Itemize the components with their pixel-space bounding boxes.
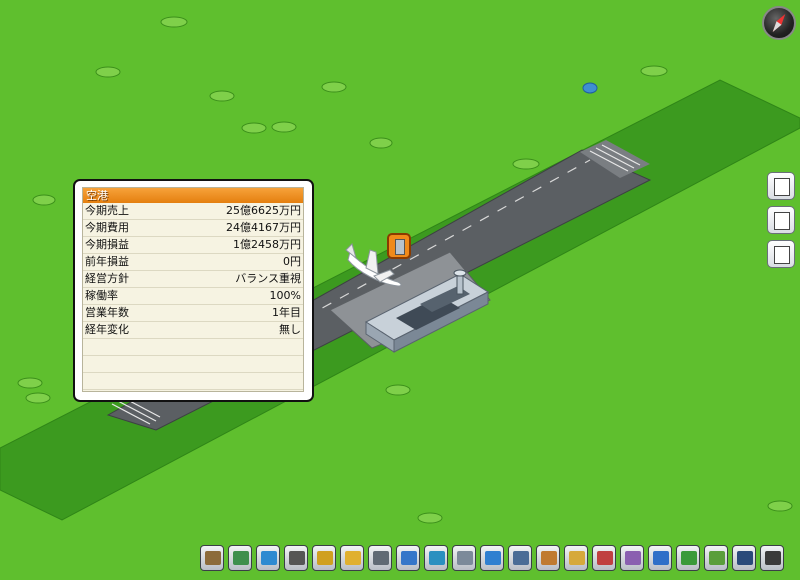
settings-gear-icon (653, 551, 669, 565)
facility-marker-icon[interactable] (387, 233, 411, 259)
info-row-value: 1億2458万円 (233, 238, 301, 251)
elevation-icon (485, 551, 501, 565)
info-row-value: 1年目 (272, 306, 301, 319)
toolbar-button-vehicle[interactable] (340, 545, 364, 571)
info-row: 今期損益 1億2458万円 (83, 237, 303, 254)
calendar-icon (625, 551, 641, 565)
toolbar-button-bus[interactable] (256, 545, 280, 571)
toolbar-button-truck[interactable] (312, 545, 336, 571)
station-icon (401, 551, 417, 565)
toolbar-button-road[interactable] (284, 545, 308, 571)
info-row-value: 100% (269, 289, 301, 302)
terrain-icon (681, 551, 697, 565)
info-row-label: 経営方針 (85, 272, 129, 285)
toolbar-button-highway[interactable] (368, 545, 392, 571)
toolbar-button-office-building[interactable] (508, 545, 532, 571)
info-row-value: 25億6625万円 (226, 204, 301, 217)
info-row-value: バランス重視 (235, 272, 301, 285)
toolbar-button-pointer[interactable] (704, 545, 728, 571)
panel-title: 空港 (83, 188, 303, 203)
toolbar-button-station[interactable] (396, 545, 420, 571)
compass-icon[interactable] (762, 6, 796, 40)
toolbar-button-graph[interactable] (592, 545, 616, 571)
toolbar-button-rail-track[interactable] (200, 545, 224, 571)
info-row: 今期売上 25億6625万円 (83, 203, 303, 220)
info-row-value: 無し (279, 323, 301, 336)
package-icon (541, 551, 557, 565)
rail-track-icon (205, 551, 221, 565)
map-edit-icon (774, 246, 790, 264)
info-row-label: 営業年数 (85, 306, 129, 319)
bus-icon (261, 551, 277, 565)
toolbar-button-ropeway[interactable] (424, 545, 448, 571)
toolbar-button-elevation[interactable] (480, 545, 504, 571)
highway-icon (373, 551, 389, 565)
info-row: 稼働率 100% (83, 288, 303, 305)
clipboard-list-icon (774, 178, 790, 196)
vehicle-icon (345, 551, 361, 565)
info-row: 営業年数 1年目 (83, 305, 303, 322)
truck-icon (317, 551, 333, 565)
side-button-1[interactable] (767, 172, 795, 200)
info-row: 今期費用 24億4167万円 (83, 220, 303, 237)
side-button-3[interactable] (767, 240, 795, 268)
road-icon (289, 551, 305, 565)
money-person-icon (569, 551, 585, 565)
info-row: 経営方針 バランス重視 (83, 271, 303, 288)
toolbar-button-train[interactable] (228, 545, 252, 571)
printer-icon (765, 551, 781, 565)
toolbar-button-terrain[interactable] (676, 545, 700, 571)
facility-info-panel: 空港 今期売上 25億6625万円今期費用 24億4167万円今期損益 1億2458万… (73, 179, 314, 402)
empty-row (83, 373, 303, 390)
info-row-label: 今期費用 (85, 221, 129, 234)
info-row-value: 24億4167万円 (226, 221, 301, 234)
info-row: 経年変化 無し (83, 322, 303, 339)
ropeway-icon (429, 551, 445, 565)
toolbar-button-staff[interactable] (732, 545, 756, 571)
toolbar-button-calendar[interactable] (620, 545, 644, 571)
side-button-2[interactable] (767, 206, 795, 234)
toolbar-button-settings-gear[interactable] (648, 545, 672, 571)
pointer-icon (709, 551, 725, 565)
staff-icon (737, 551, 753, 565)
info-row-label: 稼働率 (85, 289, 118, 302)
toolbar-button-printer[interactable] (760, 545, 784, 571)
info-row-label: 今期損益 (85, 238, 129, 251)
train-icon (233, 551, 249, 565)
building-icon (457, 551, 473, 565)
info-row: 前年損益 0円 (83, 254, 303, 271)
empty-row (83, 339, 303, 356)
office-building-icon (513, 551, 529, 565)
info-row-label: 今期売上 (85, 204, 129, 217)
info-row-label: 前年損益 (85, 255, 129, 268)
empty-row (83, 356, 303, 373)
info-row-value: 0円 (283, 255, 301, 268)
toolbar-button-money-person[interactable] (564, 545, 588, 571)
toolbar-button-package[interactable] (536, 545, 560, 571)
documents-icon (774, 212, 790, 230)
graph-icon (597, 551, 613, 565)
bottom-toolbar (196, 545, 786, 575)
info-row-label: 経年変化 (85, 323, 129, 336)
toolbar-button-building[interactable] (452, 545, 476, 571)
